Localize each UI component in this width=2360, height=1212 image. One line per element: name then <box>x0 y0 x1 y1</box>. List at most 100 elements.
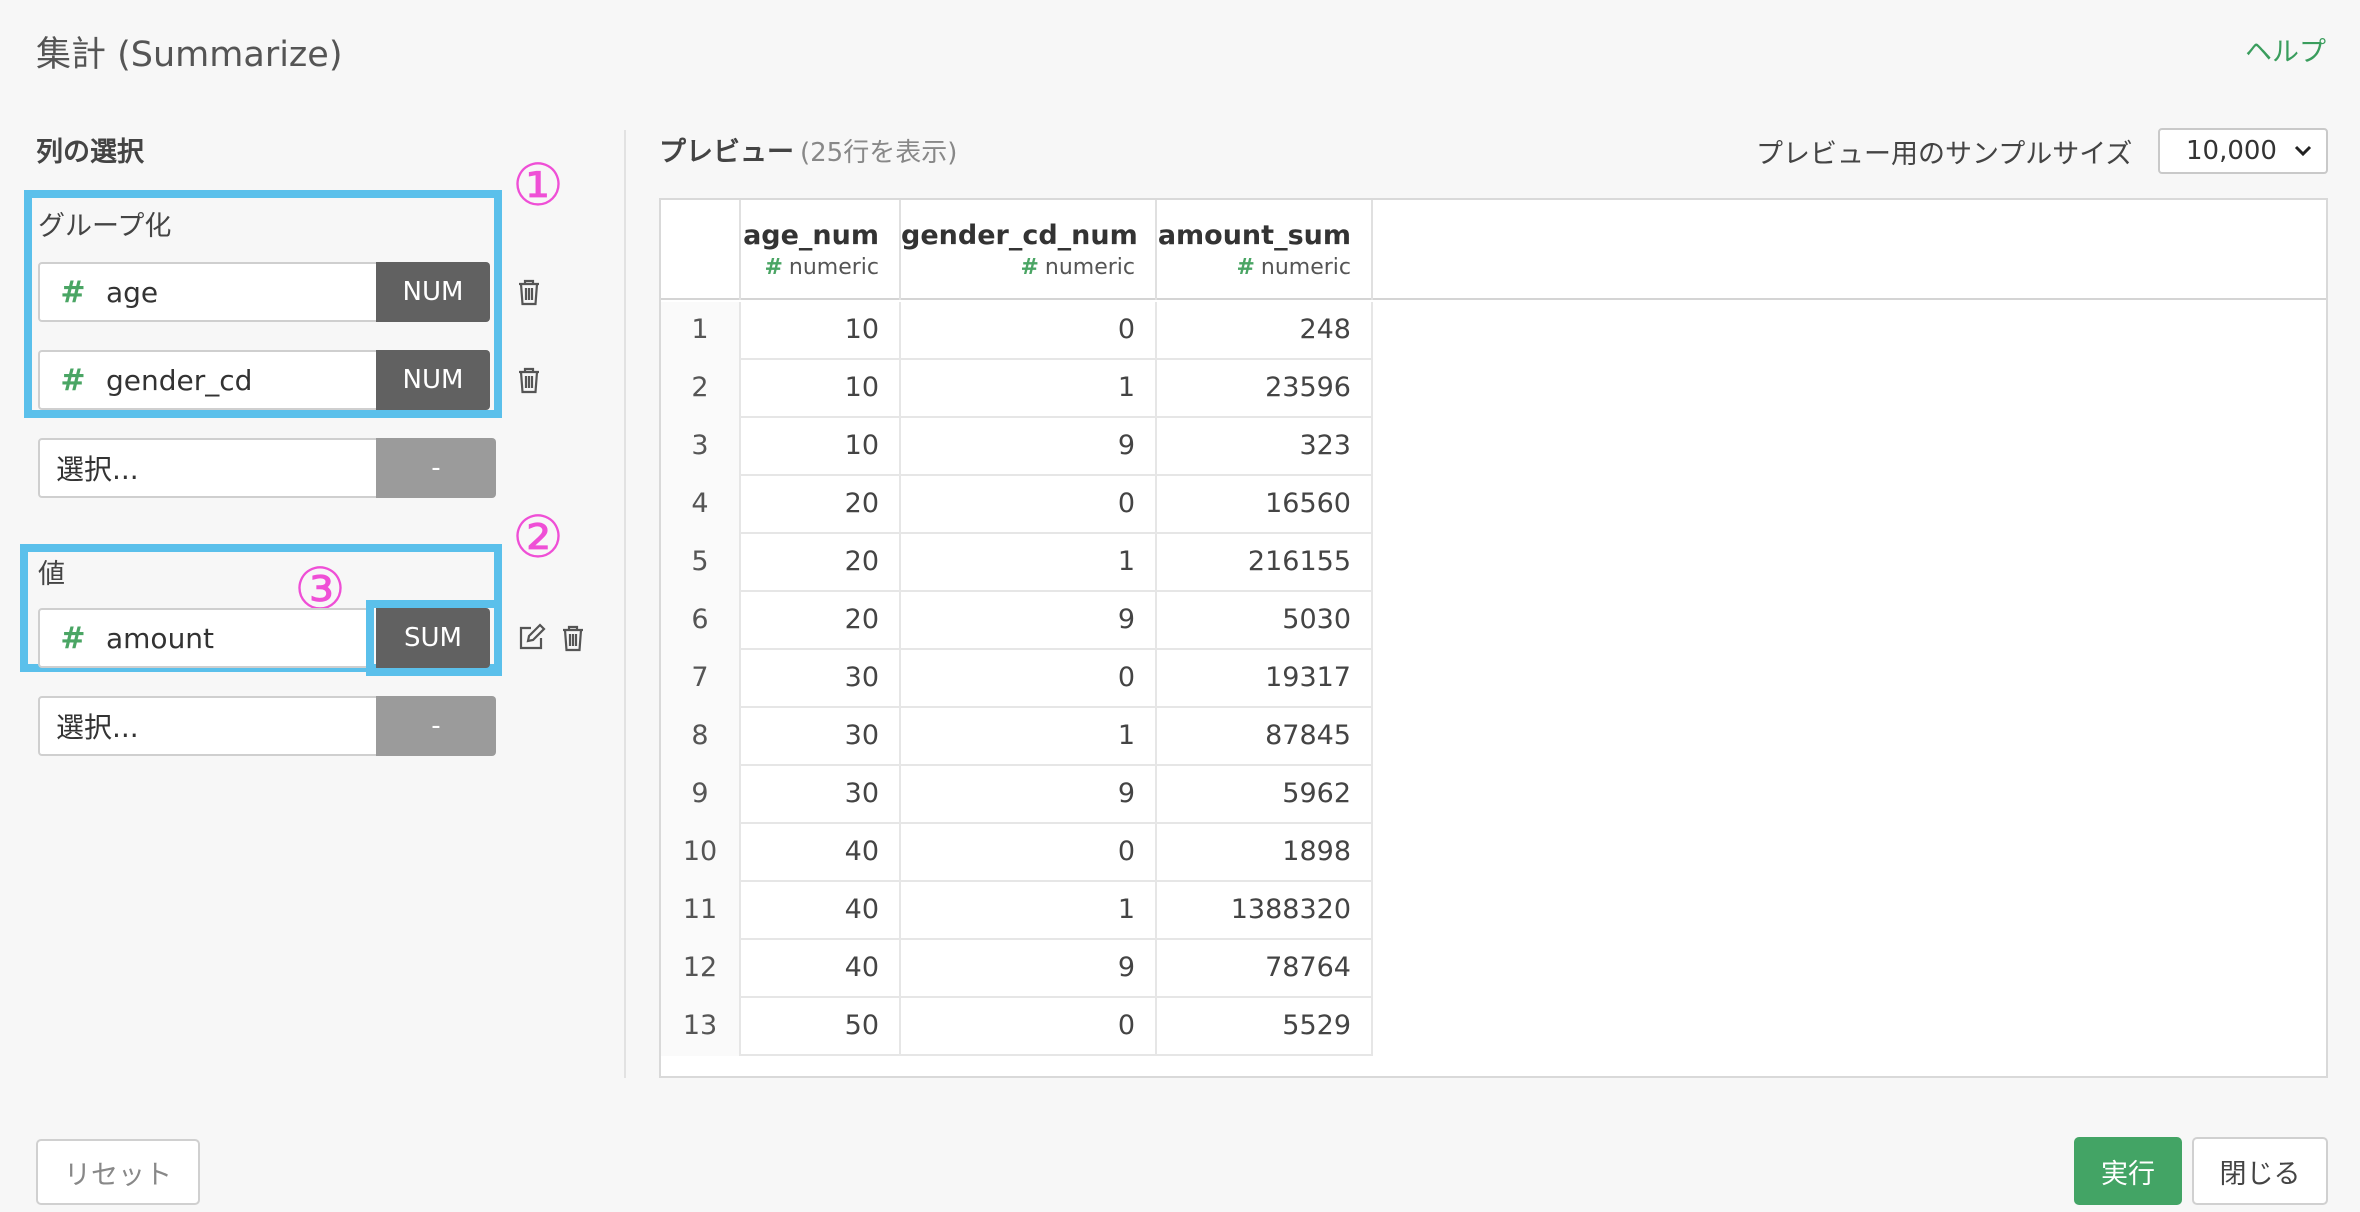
row-number: 11 <box>661 882 741 940</box>
row-number: 3 <box>661 418 741 476</box>
table-cell: 216155 <box>1157 534 1373 592</box>
close-button[interactable]: 閉じる <box>2192 1137 2328 1205</box>
column-name: gender_cd <box>106 363 253 397</box>
table-cell: 20 <box>741 476 901 534</box>
table-row: 13 50 0 5529 <box>661 998 1373 1056</box>
dialog-title: 集計 (Summarize) <box>36 35 343 75</box>
table-row: 7 30 0 19317 <box>661 650 1373 708</box>
preview-title: プレビュー (25行を表示) <box>659 130 957 169</box>
values-select[interactable]: 選択... <box>38 696 378 756</box>
table-cell: 323 <box>1157 418 1373 476</box>
table-row: 1 10 0 248 <box>661 302 1373 360</box>
table-cell: 50 <box>741 998 901 1056</box>
preview-row-count: (25行を表示) <box>800 138 958 168</box>
group-by-label: グループ化 <box>38 211 172 242</box>
table-cell: 20 <box>741 534 901 592</box>
row-number: 7 <box>661 650 741 708</box>
column-type-text: numeric <box>1260 255 1351 280</box>
preview-table: age_num # numeric gender_cd_num # numeric … <box>659 198 2328 1078</box>
panel-divider <box>624 130 626 1078</box>
header-col-amount-sum[interactable]: amount_sum # numeric <box>1157 200 1373 300</box>
table-cell: 10 <box>741 302 901 360</box>
hash-icon: # <box>60 362 86 398</box>
column-name: age <box>106 275 159 309</box>
table-cell: 1388320 <box>1157 882 1373 940</box>
trash-icon[interactable] <box>512 272 546 312</box>
table-cell: 1 <box>901 708 1157 766</box>
table-cell: 40 <box>741 940 901 998</box>
header-col-age-num[interactable]: age_num # numeric <box>741 200 901 300</box>
column-header-name: gender_cd_num <box>901 220 1138 251</box>
table-body: 1 10 0 248 2 10 1 23596 3 10 9 323 4 20 0 16560 5 20 1 2161… <box>661 302 1373 1056</box>
group-by-select-type: - <box>376 438 496 498</box>
annotation-2: ② <box>512 503 564 571</box>
table-cell: 5529 <box>1157 998 1373 1056</box>
table-cell: 19317 <box>1157 650 1373 708</box>
trash-icon[interactable] <box>556 618 590 658</box>
table-cell: 1 <box>901 534 1157 592</box>
table-cell: 9 <box>901 766 1157 824</box>
column-header-name: amount_sum <box>1157 220 1351 251</box>
value-column-amount[interactable]: # amount <box>38 608 368 668</box>
table-row: 12 40 9 78764 <box>661 940 1373 998</box>
edit-icon[interactable] <box>514 618 548 658</box>
aggregation-button-amount[interactable]: SUM <box>376 608 490 668</box>
hash-icon: # <box>764 255 783 280</box>
table-cell: 23596 <box>1157 360 1373 418</box>
row-number: 8 <box>661 708 741 766</box>
table-row: 11 40 1 1388320 <box>661 882 1373 940</box>
row-number: 12 <box>661 940 741 998</box>
hash-icon: # <box>60 274 86 310</box>
table-header: age_num # numeric gender_cd_num # numeric … <box>661 200 1373 300</box>
table-row: 2 10 1 23596 <box>661 360 1373 418</box>
group-by-type-button-gender-cd[interactable]: NUM <box>376 350 490 410</box>
table-cell: 0 <box>901 302 1157 360</box>
column-header-type: # numeric <box>901 255 1135 280</box>
sample-size-label: プレビュー用のサンプルサイズ <box>1756 139 2133 170</box>
preview-title-text: プレビュー <box>659 137 794 168</box>
row-number: 13 <box>661 998 741 1056</box>
column-type-text: numeric <box>788 255 879 280</box>
column-header-type: # numeric <box>1157 255 1351 280</box>
table-cell: 30 <box>741 766 901 824</box>
table-row: 8 30 1 87845 <box>661 708 1373 766</box>
sample-size-value: 10,000 <box>2186 136 2277 166</box>
table-row: 3 10 9 323 <box>661 418 1373 476</box>
group-by-column-age[interactable]: # age <box>38 262 378 322</box>
table-cell: 248 <box>1157 302 1373 360</box>
table-cell: 30 <box>741 650 901 708</box>
row-number: 6 <box>661 592 741 650</box>
run-button[interactable]: 実行 <box>2074 1137 2182 1205</box>
table-row: 10 40 0 1898 <box>661 824 1373 882</box>
row-number: 9 <box>661 766 741 824</box>
hash-icon: # <box>60 620 86 656</box>
annotation-1: ① <box>512 151 564 219</box>
help-link[interactable]: ヘルプ <box>2245 30 2326 69</box>
header-col-gender-cd-num[interactable]: gender_cd_num # numeric <box>901 200 1157 300</box>
column-name: amount <box>106 621 215 655</box>
table-row: 9 30 9 5962 <box>661 766 1373 824</box>
table-cell: 78764 <box>1157 940 1373 998</box>
group-by-select[interactable]: 選択... <box>38 438 378 498</box>
table-cell: 1898 <box>1157 824 1373 882</box>
group-by-type-button-age[interactable]: NUM <box>376 262 490 322</box>
row-number: 4 <box>661 476 741 534</box>
table-cell: 9 <box>901 592 1157 650</box>
group-by-column-gender-cd[interactable]: # gender_cd <box>38 350 378 410</box>
table-cell: 16560 <box>1157 476 1373 534</box>
values-label: 値 <box>38 559 65 590</box>
values-select-type: - <box>376 696 496 756</box>
sample-size-select[interactable]: 10,000 <box>2158 128 2328 174</box>
table-cell: 9 <box>901 418 1157 476</box>
table-cell: 20 <box>741 592 901 650</box>
chevron-down-icon <box>2294 145 2312 157</box>
table-cell: 40 <box>741 882 901 940</box>
trash-icon[interactable] <box>512 360 546 400</box>
column-header-name: age_num <box>743 220 879 251</box>
reset-button[interactable]: リセット <box>36 1139 200 1205</box>
column-header-type: # numeric <box>741 255 879 280</box>
table-cell: 1 <box>901 360 1157 418</box>
table-cell: 40 <box>741 824 901 882</box>
table-cell: 5030 <box>1157 592 1373 650</box>
row-number: 2 <box>661 360 741 418</box>
